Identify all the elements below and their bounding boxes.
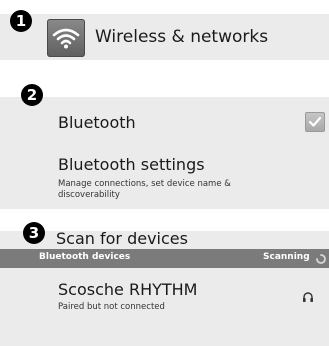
- bluetooth-checkbox[interactable]: [305, 112, 325, 132]
- bluetooth-devices-header-label: Bluetooth devices: [39, 252, 131, 262]
- wireless-networks-label: Wireless & networks: [95, 27, 269, 47]
- bluetooth-settings-summary-2: discoverability: [58, 190, 120, 200]
- scanning-status: Scanning: [263, 252, 310, 262]
- step-badge-2: 2: [21, 84, 43, 106]
- bluetooth-toggle-label[interactable]: Bluetooth: [58, 113, 136, 132]
- step-badge-1: 1: [10, 10, 32, 32]
- check-icon: [308, 116, 322, 127]
- device-name: Scosche RHYTHM: [58, 280, 198, 299]
- scan-for-devices-button[interactable]: Scan for devices: [56, 229, 188, 248]
- device-status: Paired but not connected: [58, 302, 165, 312]
- step-badge-3: 3: [23, 222, 45, 244]
- bluetooth-settings-summary-1: Manage connections, set device name &: [58, 179, 231, 189]
- scanning-spinner-icon: [316, 254, 326, 264]
- wifi-icon-tile: [47, 19, 85, 57]
- wifi-icon: [52, 28, 80, 49]
- device-list-item[interactable]: Scosche RHYTHM Paired but not connected: [39, 270, 329, 318]
- bluetooth-panel: [0, 97, 329, 209]
- bluetooth-settings-title[interactable]: Bluetooth settings: [58, 155, 205, 174]
- headphones-icon: [303, 292, 313, 302]
